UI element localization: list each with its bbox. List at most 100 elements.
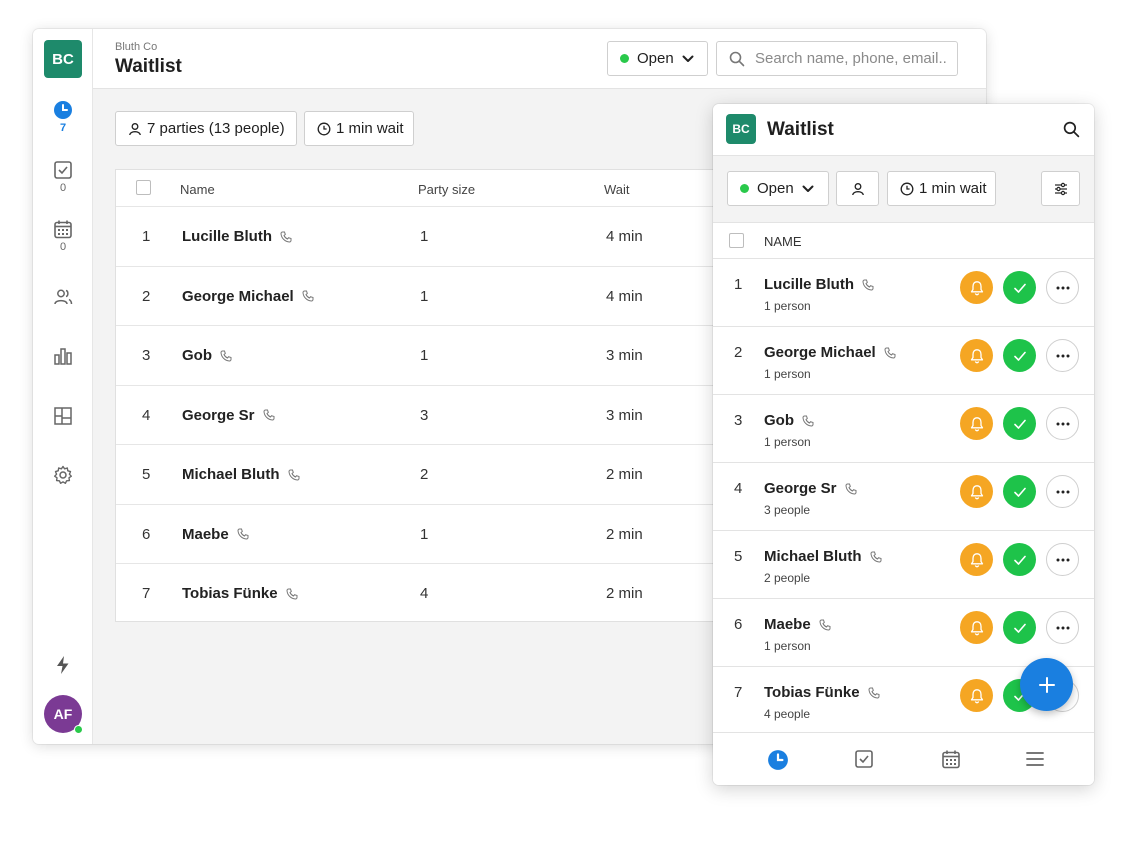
check-icon <box>1013 555 1026 565</box>
table-row[interactable]: 7 Tobias Fünke 4 2 min <box>116 563 816 623</box>
guest-name-text: George Michael <box>182 287 294 305</box>
guest-name-text: George Sr <box>764 480 837 497</box>
guest-name: Maebe <box>764 616 831 633</box>
notify-button[interactable] <box>960 475 993 508</box>
menu-icon[interactable] <box>1025 751 1045 767</box>
notify-button[interactable] <box>960 271 993 304</box>
list-item[interactable]: 3 Gob 1 person <box>713 395 1094 463</box>
clock-icon <box>54 101 72 119</box>
more-options-button[interactable] <box>1046 611 1079 644</box>
filter-button[interactable] <box>1041 171 1080 206</box>
row-number: 1 <box>142 228 151 245</box>
party-size: 1 <box>420 347 429 364</box>
checkbox-icon <box>54 161 72 179</box>
guest-name: Lucille Bluth <box>182 228 292 245</box>
more-options-button[interactable] <box>1046 543 1079 576</box>
sidebar-item-updates[interactable] <box>33 655 93 675</box>
add-party-button[interactable] <box>1020 658 1073 711</box>
list-item[interactable]: 4 George Sr 3 people <box>713 463 1094 531</box>
notify-button[interactable] <box>960 543 993 576</box>
calendar-icon[interactable] <box>941 748 961 770</box>
row-number: 7 <box>142 585 151 602</box>
waitlist-count: 7 <box>59 122 67 134</box>
seat-button[interactable] <box>1003 543 1036 576</box>
search-icon <box>729 51 745 66</box>
list-item[interactable]: 1 Lucille Bluth 1 person <box>713 259 1094 327</box>
list-item[interactable]: 6 Maebe 1 person <box>713 599 1094 667</box>
more-options-button[interactable] <box>1046 271 1079 304</box>
table-row[interactable]: 5 Michael Bluth 2 2 min <box>116 444 816 504</box>
mobile-wait-label: 1 min wait <box>919 180 987 197</box>
mobile-select-all-checkbox[interactable] <box>729 233 744 248</box>
phone-icon <box>286 588 298 600</box>
guest-name: George Sr <box>764 480 857 497</box>
mobile-status-dropdown[interactable]: Open <box>727 171 829 206</box>
party-size-text: 1 person <box>764 367 811 381</box>
waitlist-table: Name Party size Wait 1 Lucille Bluth 1 4… <box>115 169 816 623</box>
party-size-text: 1 person <box>764 639 811 653</box>
seat-button[interactable] <box>1003 407 1036 440</box>
column-header-name[interactable]: Name <box>180 182 215 197</box>
more-icon <box>1056 354 1069 357</box>
seat-button[interactable] <box>1003 475 1036 508</box>
more-options-button[interactable] <box>1046 475 1079 508</box>
table-row[interactable]: 1 Lucille Bluth 1 4 min <box>116 206 816 266</box>
phone-icon <box>263 409 275 421</box>
wait-summary-button[interactable]: 1 min wait <box>304 111 414 146</box>
sidebar-item-guests[interactable] <box>33 287 93 307</box>
party-summary-button[interactable]: 7 parties (13 people) <box>115 111 297 146</box>
clock-icon[interactable] <box>767 749 789 771</box>
guest-name: Lucille Bluth <box>764 276 874 293</box>
party-size-text: 4 people <box>764 707 811 721</box>
list-item[interactable]: 5 Michael Bluth 2 people <box>713 531 1094 599</box>
search-icon[interactable] <box>1063 121 1080 138</box>
status-dropdown[interactable]: Open <box>607 41 708 76</box>
mobile-column-header: NAME <box>713 223 1094 259</box>
row-number: 5 <box>142 466 151 483</box>
org-logo[interactable]: BC <box>44 40 82 78</box>
notify-button[interactable] <box>960 407 993 440</box>
list-item[interactable]: 2 George Michael 1 person <box>713 327 1094 395</box>
table-row[interactable]: 2 George Michael 1 4 min <box>116 265 816 326</box>
column-header-party-size[interactable]: Party size <box>418 182 475 197</box>
party-size: 2 <box>420 466 429 483</box>
phone-icon <box>845 483 857 495</box>
chevron-down-icon <box>682 55 694 62</box>
more-options-button[interactable] <box>1046 339 1079 372</box>
sidebar-item-settings[interactable] <box>33 465 93 485</box>
seat-button[interactable] <box>1003 339 1036 372</box>
seat-button[interactable] <box>1003 611 1036 644</box>
notify-button[interactable] <box>960 611 993 644</box>
wait-summary-label: 1 min wait <box>336 120 404 137</box>
party-size: 1 <box>420 228 429 245</box>
phone-icon <box>884 347 896 359</box>
open-status-dot <box>620 54 629 63</box>
sidebar-item-reports[interactable] <box>33 346 93 366</box>
checkbox-icon[interactable] <box>854 749 874 769</box>
table-row[interactable]: 4 George Sr 3 3 min <box>116 384 816 445</box>
column-header-wait[interactable]: Wait <box>604 182 630 197</box>
mobile-org-logo[interactable]: BC <box>726 114 756 144</box>
more-icon <box>1056 490 1069 493</box>
mobile-page-title: Waitlist <box>767 119 834 140</box>
table-row[interactable]: 3 Gob 1 3 min <box>116 325 816 385</box>
mobile-party-button[interactable] <box>836 171 879 206</box>
mobile-toolbar: Open 1 min wait <box>713 156 1094 223</box>
sidebar-item-waitlist[interactable]: 7 <box>33 100 93 134</box>
seat-button[interactable] <box>1003 271 1036 304</box>
notify-button[interactable] <box>960 339 993 372</box>
search-input[interactable]: Search name, phone, email.. <box>716 41 958 76</box>
mobile-column-header-name[interactable]: NAME <box>764 234 802 249</box>
notify-button[interactable] <box>960 679 993 712</box>
sidebar-item-tasks[interactable]: 0 <box>33 160 93 194</box>
phone-icon <box>280 231 292 243</box>
row-number: 2 <box>734 344 743 361</box>
table-row[interactable]: 6 Maebe 1 2 min <box>116 503 816 564</box>
sidebar-item-layout[interactable] <box>33 406 93 426</box>
select-all-checkbox[interactable] <box>136 180 151 195</box>
sidebar-item-calendar[interactable]: 0 <box>33 219 93 253</box>
mobile-wait-button[interactable]: 1 min wait <box>887 171 996 206</box>
more-options-button[interactable] <box>1046 407 1079 440</box>
guest-name-text: Gob <box>182 347 212 364</box>
phone-icon <box>870 551 882 563</box>
